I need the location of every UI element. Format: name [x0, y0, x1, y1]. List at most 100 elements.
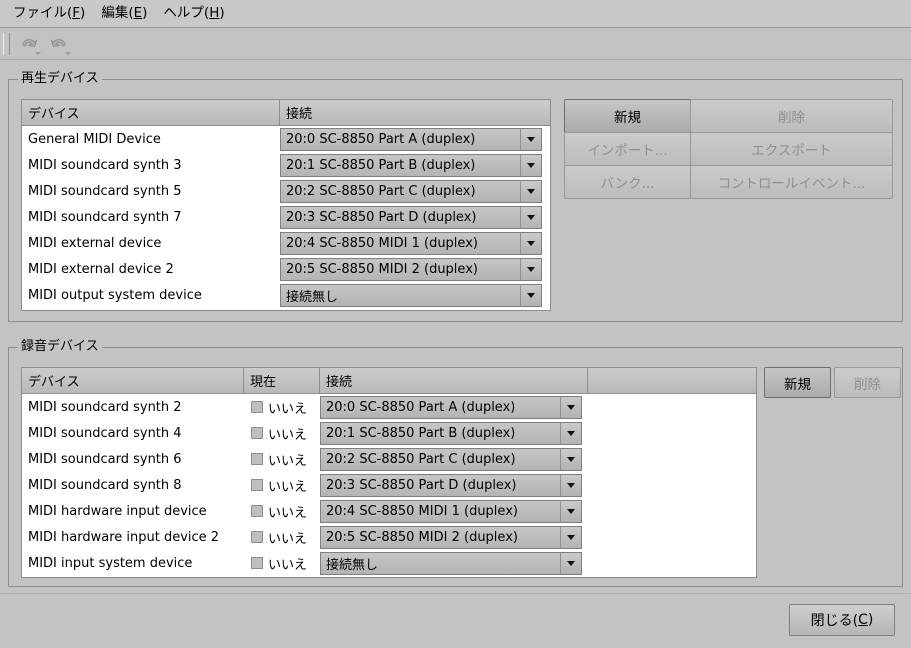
connection-combobox[interactable]: 20:5 SC-8850 MIDI 2 (duplex) — [320, 525, 582, 549]
playback-new-button[interactable]: 新規 — [564, 99, 691, 133]
undo-button[interactable] — [14, 31, 44, 57]
playback-device-name: MIDI external device — [28, 235, 162, 251]
table-row[interactable]: MIDI soundcard synth 6 いいえ 20:2 SC-8850 Pa… — [22, 446, 756, 472]
connection-combobox[interactable]: 20:3 SC-8850 Part D (duplex) — [320, 473, 582, 497]
chevron-down-glyph — [527, 240, 535, 246]
connection-combobox-value: 20:2 SC-8850 Part C (duplex) — [281, 180, 521, 202]
chevron-down-icon[interactable] — [521, 206, 541, 228]
redo-dropdown-caret-icon[interactable] — [65, 52, 71, 55]
chevron-down-icon[interactable] — [561, 500, 581, 522]
current-checkbox[interactable] — [251, 557, 263, 569]
playback-connection-cell: 20:4 SC-8850 MIDI 1 (duplex) — [280, 230, 542, 256]
table-row[interactable]: MIDI external device 20:4 SC-8850 MIDI 1 … — [22, 230, 550, 256]
connection-combobox[interactable]: 20:2 SC-8850 Part C (duplex) — [320, 447, 582, 471]
chevron-down-glyph — [527, 266, 535, 272]
playback-connection-cell: 20:3 SC-8850 Part D (duplex) — [280, 204, 542, 230]
recording-delete-button[interactable]: 削除 — [834, 367, 901, 398]
toolbar — [0, 29, 911, 60]
chevron-down-icon[interactable] — [561, 396, 581, 418]
connection-combobox-value: 20:0 SC-8850 Part A (duplex) — [321, 396, 561, 418]
connection-combobox[interactable]: 20:3 SC-8850 Part D (duplex) — [280, 205, 542, 229]
current-label: いいえ — [268, 453, 308, 469]
menu-item-help[interactable]: ヘルプ(H) — [156, 4, 231, 24]
footer-separator — [0, 593, 911, 594]
recording-current-cell[interactable]: いいえ — [244, 524, 320, 550]
recording-current-cell[interactable]: いいえ — [244, 498, 320, 524]
playback-bank-button[interactable]: バンク... — [564, 165, 691, 199]
chevron-down-icon[interactable] — [561, 552, 581, 574]
recording-device-name: MIDI hardware input device — [28, 503, 207, 519]
table-row[interactable]: MIDI soundcard synth 5 20:2 SC-8850 Part … — [22, 178, 550, 204]
connection-combobox[interactable]: 接続無し — [280, 283, 542, 307]
recording-connection-cell: 20:1 SC-8850 Part B (duplex) — [320, 420, 582, 446]
playback-table-body: General MIDI Device 20:0 SC-8850 Part A (… — [22, 126, 550, 308]
table-row[interactable]: MIDI hardware input device いいえ 20:4 SC-885… — [22, 498, 756, 524]
playback-device-name: MIDI soundcard synth 3 — [28, 157, 182, 173]
playback-connection-cell: 20:1 SC-8850 Part B (duplex) — [280, 152, 542, 178]
recording-device-name: MIDI soundcard synth 8 — [28, 477, 182, 493]
table-row[interactable]: MIDI external device 2 20:5 SC-8850 MIDI … — [22, 256, 550, 282]
chevron-down-glyph — [567, 430, 575, 436]
connection-combobox[interactable]: 20:0 SC-8850 Part A (duplex) — [320, 395, 582, 419]
chevron-down-icon[interactable] — [561, 422, 581, 444]
current-checkbox[interactable] — [251, 427, 263, 439]
table-row[interactable]: MIDI output system device 接続無し — [22, 282, 550, 308]
undo-dropdown-caret-icon[interactable] — [35, 52, 41, 55]
recording-device-name: MIDI soundcard synth 4 — [28, 425, 182, 441]
connection-combobox-value: 20:3 SC-8850 Part D (duplex) — [281, 206, 521, 228]
table-row[interactable]: MIDI soundcard synth 4 いいえ 20:1 SC-8850 Pa… — [22, 420, 756, 446]
recording-current-cell[interactable]: いいえ — [244, 550, 320, 576]
table-row[interactable]: MIDI soundcard synth 2 いいえ 20:0 SC-8850 Pa… — [22, 394, 756, 420]
current-checkbox[interactable] — [251, 505, 263, 517]
playback-delete-button[interactable]: 削除 — [690, 99, 893, 133]
playback-control-events-button[interactable]: コントロールイベント... — [690, 165, 893, 199]
connection-combobox[interactable]: 20:1 SC-8850 Part B (duplex) — [280, 153, 542, 177]
table-row[interactable]: MIDI soundcard synth 7 20:3 SC-8850 Part … — [22, 204, 550, 230]
connection-combobox[interactable]: 20:0 SC-8850 Part A (duplex) — [280, 127, 542, 151]
chevron-down-icon[interactable] — [521, 284, 541, 306]
chevron-down-icon[interactable] — [561, 526, 581, 548]
connection-combobox-value: 接続無し — [281, 284, 521, 306]
connection-combobox[interactable]: 20:5 SC-8850 MIDI 2 (duplex) — [280, 257, 542, 281]
connection-combobox[interactable]: 20:2 SC-8850 Part C (duplex) — [280, 179, 542, 203]
recording-connection-cell: 接続無し — [320, 550, 582, 576]
table-row[interactable]: MIDI hardware input device 2 いいえ 20:5 SC-8… — [22, 524, 756, 550]
connection-combobox-value: 20:3 SC-8850 Part D (duplex) — [321, 474, 561, 496]
recording-table-header: デバイス 現在 接続 — [22, 368, 756, 394]
chevron-down-icon[interactable] — [521, 154, 541, 176]
connection-combobox[interactable]: 20:4 SC-8850 MIDI 1 (duplex) — [280, 231, 542, 255]
table-row[interactable]: MIDI soundcard synth 3 20:1 SC-8850 Part … — [22, 152, 550, 178]
close-button[interactable]: 閉じる(C) — [789, 604, 895, 636]
table-row[interactable]: MIDI soundcard synth 8 いいえ 20:3 SC-8850 Pa… — [22, 472, 756, 498]
current-checkbox[interactable] — [251, 479, 263, 491]
recording-current-cell[interactable]: いいえ — [244, 472, 320, 498]
current-checkbox[interactable] — [251, 401, 263, 413]
chevron-down-icon[interactable] — [521, 258, 541, 280]
table-row[interactable]: General MIDI Device 20:0 SC-8850 Part A (… — [22, 126, 550, 152]
playback-column-header: 接続 — [280, 100, 550, 125]
chevron-down-icon[interactable] — [521, 232, 541, 254]
redo-button[interactable] — [44, 31, 74, 57]
menu-item-file[interactable]: ファイル(F) — [6, 4, 92, 24]
chevron-down-icon[interactable] — [561, 474, 581, 496]
chevron-down-icon[interactable] — [561, 448, 581, 470]
playback-button-row: バンク... コントロールイベント... — [564, 165, 894, 199]
recording-current-cell[interactable]: いいえ — [244, 420, 320, 446]
chevron-down-icon[interactable] — [521, 180, 541, 202]
recording-current-cell[interactable]: いいえ — [244, 394, 320, 420]
connection-combobox-value: 20:1 SC-8850 Part B (duplex) — [321, 422, 561, 444]
playback-export-button[interactable]: エクスポート — [690, 132, 893, 166]
current-checkbox[interactable] — [251, 453, 263, 465]
connection-combobox[interactable]: 20:4 SC-8850 MIDI 1 (duplex) — [320, 499, 582, 523]
recording-new-button[interactable]: 新規 — [764, 367, 831, 398]
playback-import-button[interactable]: インポート... — [564, 132, 691, 166]
connection-combobox[interactable]: 接続無し — [320, 551, 582, 575]
toolbar-drag-handle[interactable] — [3, 33, 10, 55]
connection-combobox[interactable]: 20:1 SC-8850 Part B (duplex) — [320, 421, 582, 445]
recording-current-cell[interactable]: いいえ — [244, 446, 320, 472]
table-row[interactable]: MIDI input system device いいえ 接続無し — [22, 550, 756, 576]
menu-item-edit[interactable]: 編集(E) — [94, 4, 154, 24]
current-checkbox[interactable] — [251, 531, 263, 543]
chevron-down-glyph — [567, 482, 575, 488]
chevron-down-icon[interactable] — [521, 128, 541, 150]
